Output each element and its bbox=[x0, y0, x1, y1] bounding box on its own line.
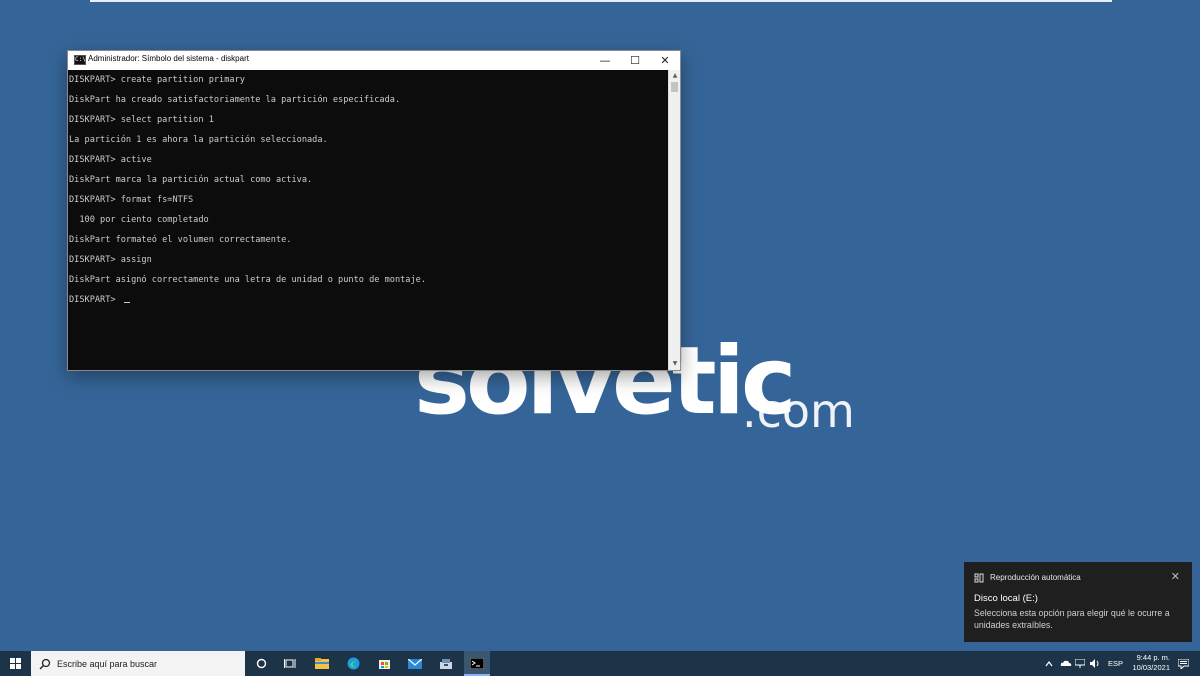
app-installer-icon bbox=[440, 658, 452, 669]
volume-tray-button[interactable] bbox=[1089, 651, 1101, 676]
task-view-button[interactable] bbox=[279, 651, 301, 676]
console-line: DiskPart asignó correctamente una letra … bbox=[69, 275, 426, 285]
clock-date: 10/03/2021 bbox=[1132, 663, 1170, 672]
action-center-button[interactable] bbox=[1176, 651, 1190, 676]
clock-time: 9:44 p. m. bbox=[1136, 653, 1170, 662]
chevron-up-icon bbox=[1045, 660, 1053, 666]
notification-close-icon[interactable]: ✕ bbox=[1171, 570, 1180, 583]
onedrive-tray-button[interactable] bbox=[1059, 651, 1073, 676]
title-bar[interactable]: C:\ Administrador: Símbolo del sistema -… bbox=[68, 51, 680, 70]
scroll-up-icon[interactable]: ▲ bbox=[669, 71, 681, 81]
console-line: DISKPART> assign bbox=[69, 255, 152, 265]
store-button[interactable] bbox=[373, 651, 395, 676]
network-icon bbox=[1075, 659, 1085, 668]
file-explorer-icon bbox=[315, 658, 329, 669]
cortana-icon bbox=[256, 658, 266, 669]
taskbar-search-box[interactable]: Escribe aquí para buscar bbox=[31, 651, 245, 676]
taskbar-clock[interactable]: 9:44 p. m. 10/03/2021 bbox=[1120, 653, 1170, 673]
notification-title[interactable]: Disco local (E:) bbox=[974, 593, 1038, 604]
command-prompt-window[interactable]: C:\ Administrador: Símbolo del sistema -… bbox=[67, 50, 681, 371]
speaker-icon bbox=[1090, 659, 1099, 668]
mail-icon bbox=[408, 658, 422, 669]
command-prompt-taskbar-button[interactable] bbox=[464, 651, 490, 676]
console-output[interactable]: DISKPART> create partition primary DiskP… bbox=[68, 70, 668, 370]
console-line: DiskPart ha creado satisfactoriamente la… bbox=[69, 95, 401, 105]
store-icon bbox=[378, 660, 390, 669]
app-installer-button[interactable] bbox=[435, 651, 457, 676]
text-cursor bbox=[123, 302, 130, 303]
mail-button[interactable] bbox=[404, 651, 426, 676]
close-button[interactable]: ✕ bbox=[650, 51, 680, 70]
notification-body[interactable]: Selecciona esta opción para elegir qué l… bbox=[974, 607, 1186, 631]
notification-icon bbox=[1177, 658, 1189, 669]
watermark-tld: .com bbox=[742, 384, 855, 438]
window-title: Administrador: Símbolo del sistema - dis… bbox=[88, 54, 249, 63]
search-placeholder: Escribe aquí para buscar bbox=[57, 658, 158, 669]
autoplay-icon bbox=[974, 573, 984, 583]
scroll-down-icon[interactable]: ▼ bbox=[669, 359, 681, 369]
search-icon bbox=[39, 658, 51, 669]
edge-icon bbox=[347, 657, 359, 670]
console-line: DISKPART> format fs=NTFS bbox=[69, 195, 194, 205]
network-tray-button[interactable] bbox=[1074, 651, 1086, 676]
windows-logo-icon bbox=[9, 658, 21, 669]
cortana-button[interactable] bbox=[250, 651, 272, 676]
edge-button[interactable] bbox=[342, 651, 364, 676]
console-icon: C:\ bbox=[74, 55, 86, 65]
cloud-icon bbox=[1060, 660, 1072, 666]
console-prompt-line[interactable]: DISKPART> bbox=[69, 295, 668, 305]
notification-app-name: Reproducción automática bbox=[990, 573, 1081, 582]
command-prompt-icon bbox=[470, 658, 484, 669]
console-line: DISKPART> select partition 1 bbox=[69, 115, 214, 125]
top-edge-line bbox=[90, 0, 1112, 2]
show-hidden-icons-button[interactable] bbox=[1043, 651, 1055, 676]
autoplay-notification[interactable]: Reproducción automática ✕ Disco local (E… bbox=[964, 562, 1192, 642]
console-line: 100 por ciento completado bbox=[69, 215, 209, 225]
file-explorer-button[interactable] bbox=[311, 651, 333, 676]
maximize-button[interactable]: ☐ bbox=[620, 51, 650, 70]
console-line: DiskPart marca la partición actual como … bbox=[69, 175, 313, 185]
scroll-thumb[interactable] bbox=[671, 82, 678, 92]
console-line: DISKPART> active bbox=[69, 155, 152, 165]
start-button[interactable] bbox=[0, 651, 30, 676]
console-line: DiskPart formateó el volumen correctamen… bbox=[69, 235, 292, 245]
vertical-scrollbar[interactable]: ▲ ▼ bbox=[668, 70, 680, 370]
minimize-button[interactable]: — bbox=[590, 51, 620, 70]
task-view-icon bbox=[284, 659, 296, 668]
console-line: La partición 1 es ahora la partición sel… bbox=[69, 135, 328, 145]
taskbar: Escribe aquí para buscar ESP 9:44 p. m. … bbox=[0, 651, 1200, 676]
console-line: DISKPART> create partition primary bbox=[69, 75, 245, 85]
prompt-text: DISKPART> bbox=[69, 295, 121, 305]
